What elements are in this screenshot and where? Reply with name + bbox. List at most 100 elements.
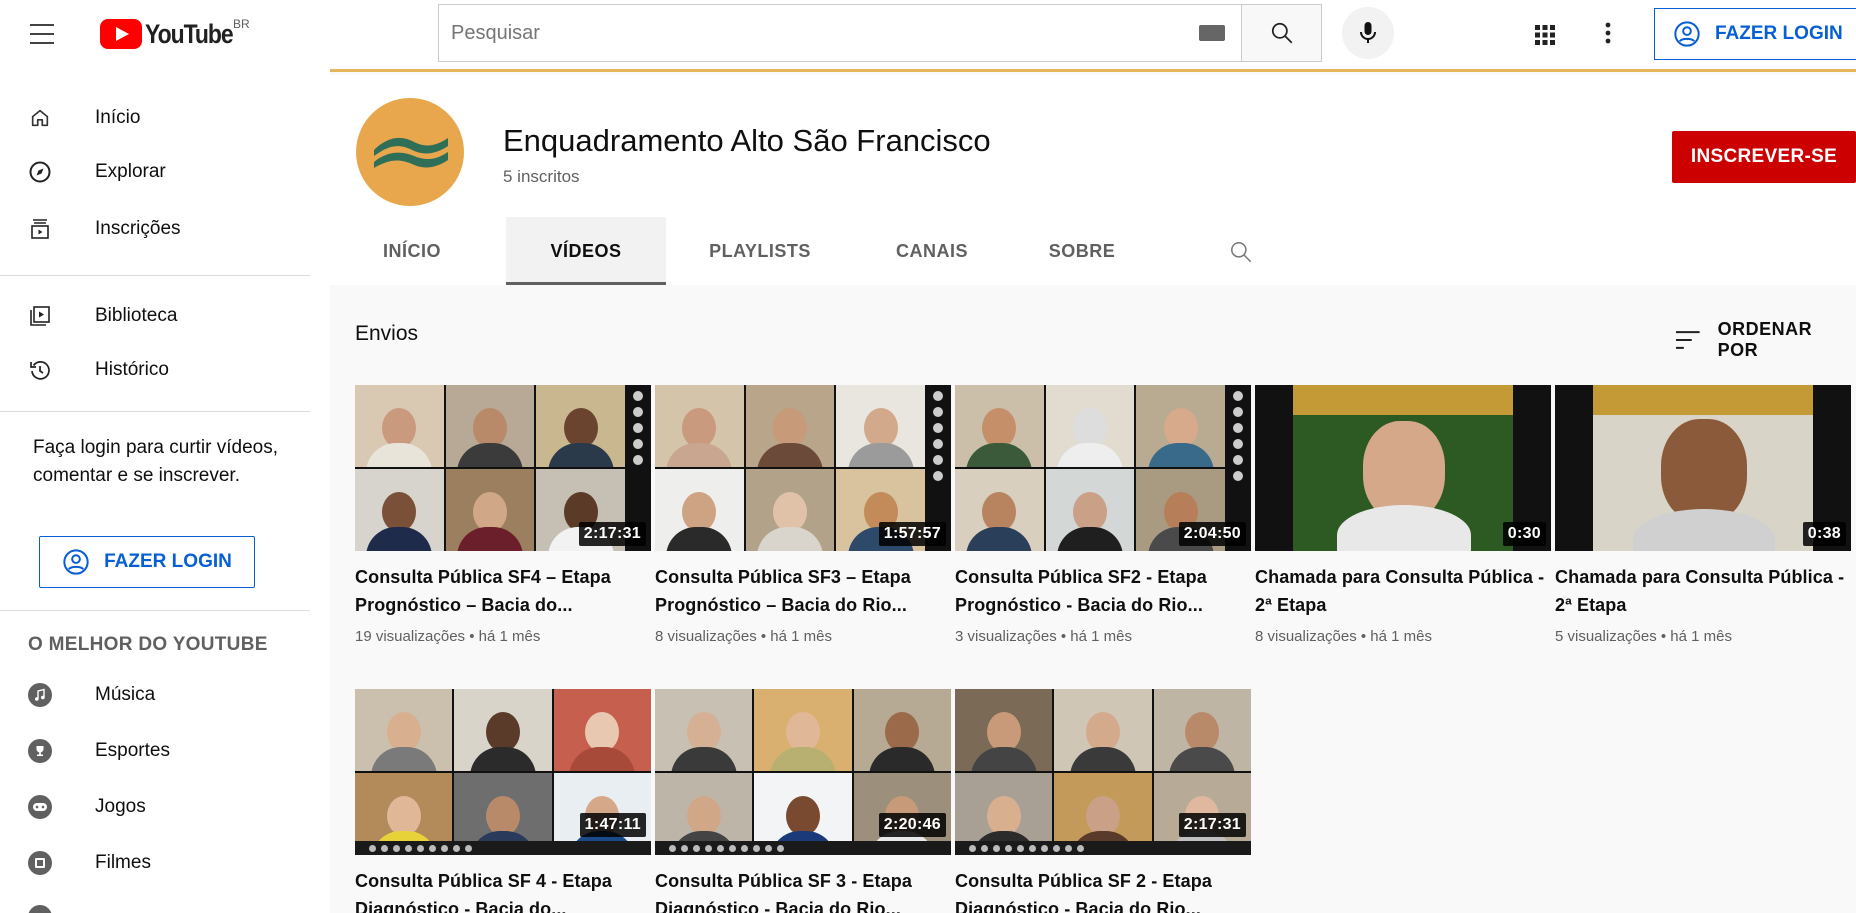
tab-inicio[interactable]: INÍCIO [330,217,494,285]
sidebar-divider [0,610,310,611]
voice-search-button[interactable] [1342,7,1394,59]
sidebar-item-biblioteca[interactable]: Biblioteca [28,296,177,336]
tab-playlists[interactable]: PLAYLISTS [666,217,854,285]
login-label: FAZER LOGIN [104,551,232,572]
region-code: BR [233,16,250,31]
music-icon [28,683,52,707]
sidebar-divider [0,411,310,412]
youtube-play-icon [100,19,142,49]
sidebar-item-label: Esportes [95,740,170,761]
more-options-icon[interactable] [1598,18,1618,48]
video-metadata: 8 visualizações • há 1 mês [655,628,833,645]
account-circle-icon [1674,21,1700,47]
poster-image [1293,385,1513,551]
video-thumbnail[interactable]: 2:17:31 [955,689,1251,855]
video-thumbnail[interactable]: 2:20:46 [655,689,951,855]
sidebar-item-partial[interactable] [28,897,52,913]
sort-button[interactable]: ORDENAR POR [1674,319,1856,361]
sidebar-divider [0,275,310,276]
sort-icon [1675,331,1700,349]
sidebar-item-inscricoes[interactable]: Inscrições [28,209,181,249]
channel-tabs: INÍCIO VÍDEOS PLAYLISTS CANAIS SOBRE [330,217,1856,285]
video-card[interactable]: 1:57:57 Consulta Pública SF3 – Etapa Pro… [655,385,951,645]
subscriber-count: 5 inscritos [503,167,580,186]
video-card[interactable]: 2:20:46 Consulta Pública SF 3 - Etapa Di… [655,689,951,913]
video-title[interactable]: Consulta Pública SF 2 - Etapa Diagnóstic… [955,867,1251,913]
menu-icon[interactable] [30,24,54,44]
video-card[interactable]: 2:04:50 Consulta Pública SF2 - Etapa Pro… [955,385,1251,645]
tab-videos[interactable]: VÍDEOS [506,217,666,285]
history-icon [28,358,52,382]
sidebar-item-label: Início [95,107,141,128]
video-metadata: 5 visualizações • há 1 mês [1555,628,1733,645]
video-title[interactable]: Consulta Pública SF 3 - Etapa Diagnóstic… [655,867,951,913]
sidebar-item-explorar[interactable]: Explorar [28,152,166,192]
video-title[interactable]: Consulta Pública SF2 - Etapa Prognóstico… [955,563,1251,619]
video-thumbnail[interactable]: 0:38 [1555,385,1851,551]
video-card[interactable]: 2:17:31 Consulta Pública SF4 – Etapa Pro… [355,385,651,645]
video-duration: 2:17:31 [578,522,646,546]
sidebar-item-musica[interactable]: Música [28,675,155,715]
apps-grid-icon[interactable] [1530,20,1560,50]
video-thumbnail[interactable]: 2:17:31 [355,385,651,551]
header-login-button[interactable]: FAZER LOGIN [1654,8,1856,60]
trophy-icon [28,739,52,763]
video-title[interactable]: Consulta Pública SF 4 - Etapa Diagnóstic… [355,867,651,913]
video-thumbnail[interactable]: 1:57:57 [655,385,951,551]
sidebar-item-inicio[interactable]: Início [28,98,140,138]
sidebar-item-esportes[interactable]: Esportes [28,731,170,771]
tab-canais[interactable]: CANAIS [854,217,1010,285]
video-title[interactable]: Consulta Pública SF4 – Etapa Prognóstico… [355,563,651,619]
videos-content: Envios ORDENAR POR 2:17:31 Consulta Públ… [330,285,1856,913]
login-label: FAZER LOGIN [1715,23,1843,44]
video-duration: 2:20:46 [878,813,946,837]
sidebar-item-jogos[interactable]: Jogos [28,787,146,827]
account-circle-icon [63,549,89,575]
video-title[interactable]: Chamada para Consulta Pública - 2ª Etapa [1255,563,1551,619]
video-metadata: 19 visualizações • há 1 mês [355,628,541,645]
keyboard-icon[interactable] [1199,25,1225,41]
youtube-logo[interactable]: YouTube BR [100,16,250,50]
channel-search-icon[interactable] [1228,239,1254,270]
channel-header: Enquadramento Alto São Francisco 5 inscr… [330,75,1856,285]
video-card[interactable]: 2:17:31 Consulta Pública SF 2 - Etapa Di… [955,689,1251,913]
video-thumbnail[interactable]: 0:30 [1255,385,1551,551]
search-button[interactable] [1241,4,1322,62]
video-duration: 1:57:57 [878,522,946,546]
video-thumbnail[interactable]: 2:04:50 [955,385,1251,551]
search-input[interactable] [439,21,1139,45]
channel-title: Enquadramento Alto São Francisco [503,123,991,158]
sort-label: ORDENAR POR [1717,319,1813,360]
video-thumbnail[interactable]: 1:47:11 [355,689,651,855]
sidebar-item-historico[interactable]: Histórico [28,350,169,390]
poster-image [1593,385,1813,551]
video-duration: 2:17:31 [1178,813,1246,837]
sidebar-item-label: Música [95,684,156,705]
logo-row: YouTube BR [30,14,250,54]
news-icon [28,905,52,913]
video-duration: 2:04:50 [1178,522,1246,546]
sidebar-item-filmes[interactable]: Filmes [28,843,151,883]
login-prompt: Faça login para curtir vídeos, comentar … [33,437,279,486]
film-icon [28,851,52,875]
sidebar-item-label: Jogos [95,796,146,817]
sidebar-login-button[interactable]: FAZER LOGIN [39,536,255,588]
tab-sobre[interactable]: SOBRE [1010,217,1154,285]
channel-avatar[interactable] [356,98,464,206]
sidebar-item-label: Inscrições [95,218,181,239]
video-card[interactable]: 0:38 Chamada para Consulta Pública - 2ª … [1555,385,1851,645]
home-icon [28,106,52,130]
video-duration: 1:47:11 [579,813,646,837]
top-header: FAZER LOGIN [330,0,1856,72]
video-metadata: 3 visualizações • há 1 mês [955,628,1133,645]
video-title[interactable]: Chamada para Consulta Pública - 2ª Etapa [1555,563,1851,619]
uploads-title: Envios [355,322,419,345]
library-icon [28,304,52,328]
video-duration: 0:30 [1502,522,1546,546]
video-card[interactable]: 0:30 Chamada para Consulta Pública - 2ª … [1255,385,1551,645]
video-title[interactable]: Consulta Pública SF3 – Etapa Prognóstico… [655,563,951,619]
subscribe-button[interactable]: INSCREVER-SE [1672,131,1856,183]
sidebar: YouTube BR Início Explorar Inscrições Bi… [0,0,330,913]
sidebar-item-label: Filmes [95,852,151,873]
video-card[interactable]: 1:47:11 Consulta Pública SF 4 - Etapa Di… [355,689,651,913]
